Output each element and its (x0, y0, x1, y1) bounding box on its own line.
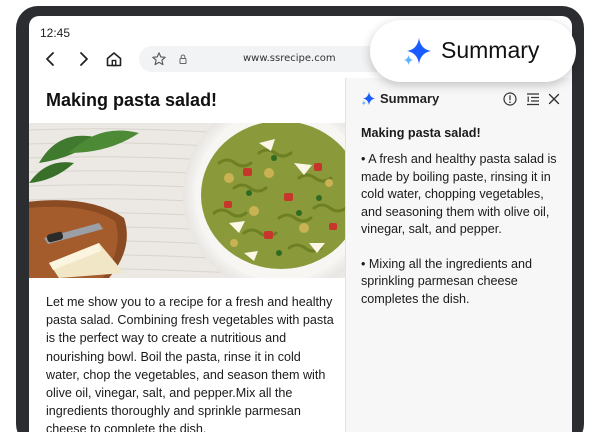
article-title: Making pasta salad! (46, 90, 218, 110)
info-icon (503, 92, 517, 106)
forward-button[interactable] (72, 48, 94, 70)
close-button[interactable] (546, 91, 562, 107)
summary-pill-button[interactable]: Summary (370, 20, 576, 82)
sparkle-icon (404, 38, 431, 65)
summary-bullet: • A fresh and healthy pasta salad is mad… (361, 152, 557, 236)
home-icon (106, 52, 122, 67)
summary-heading: Making pasta salad! (361, 126, 481, 140)
forward-arrow-icon (80, 52, 88, 66)
status-time: 12:45 (40, 26, 71, 40)
list-format-icon (527, 93, 539, 106)
sparkle-icon (361, 92, 375, 106)
info-button[interactable] (502, 91, 518, 107)
back-button[interactable] (40, 48, 62, 70)
summary-panel-header: Summary (346, 88, 572, 112)
format-button[interactable] (525, 91, 541, 107)
summary-content: Making pasta salad! • A fresh and health… (361, 126, 561, 325)
address-bar[interactable]: www.ssrecipe.com (139, 46, 399, 72)
summary-pill-label: Summary (441, 37, 540, 63)
back-arrow-icon (46, 52, 54, 66)
lock-icon (179, 54, 187, 64)
url-text[interactable]: www.ssrecipe.com (243, 53, 336, 64)
article-body: Let me show you to a recipe for a fresh … (46, 295, 334, 432)
home-button[interactable] (103, 48, 125, 70)
article-pane: Making pasta salad! Let me show you to a… (29, 78, 345, 432)
summary-panel: Summary Making pasta salad! • A fresh an… (346, 78, 572, 432)
star-icon[interactable] (151, 51, 167, 67)
summary-panel-title: Summary (380, 91, 440, 106)
close-icon (548, 93, 560, 105)
summary-bullet: • Mixing all the ingredients and sprinkl… (361, 256, 533, 306)
pasta-salad-photo (29, 123, 345, 278)
